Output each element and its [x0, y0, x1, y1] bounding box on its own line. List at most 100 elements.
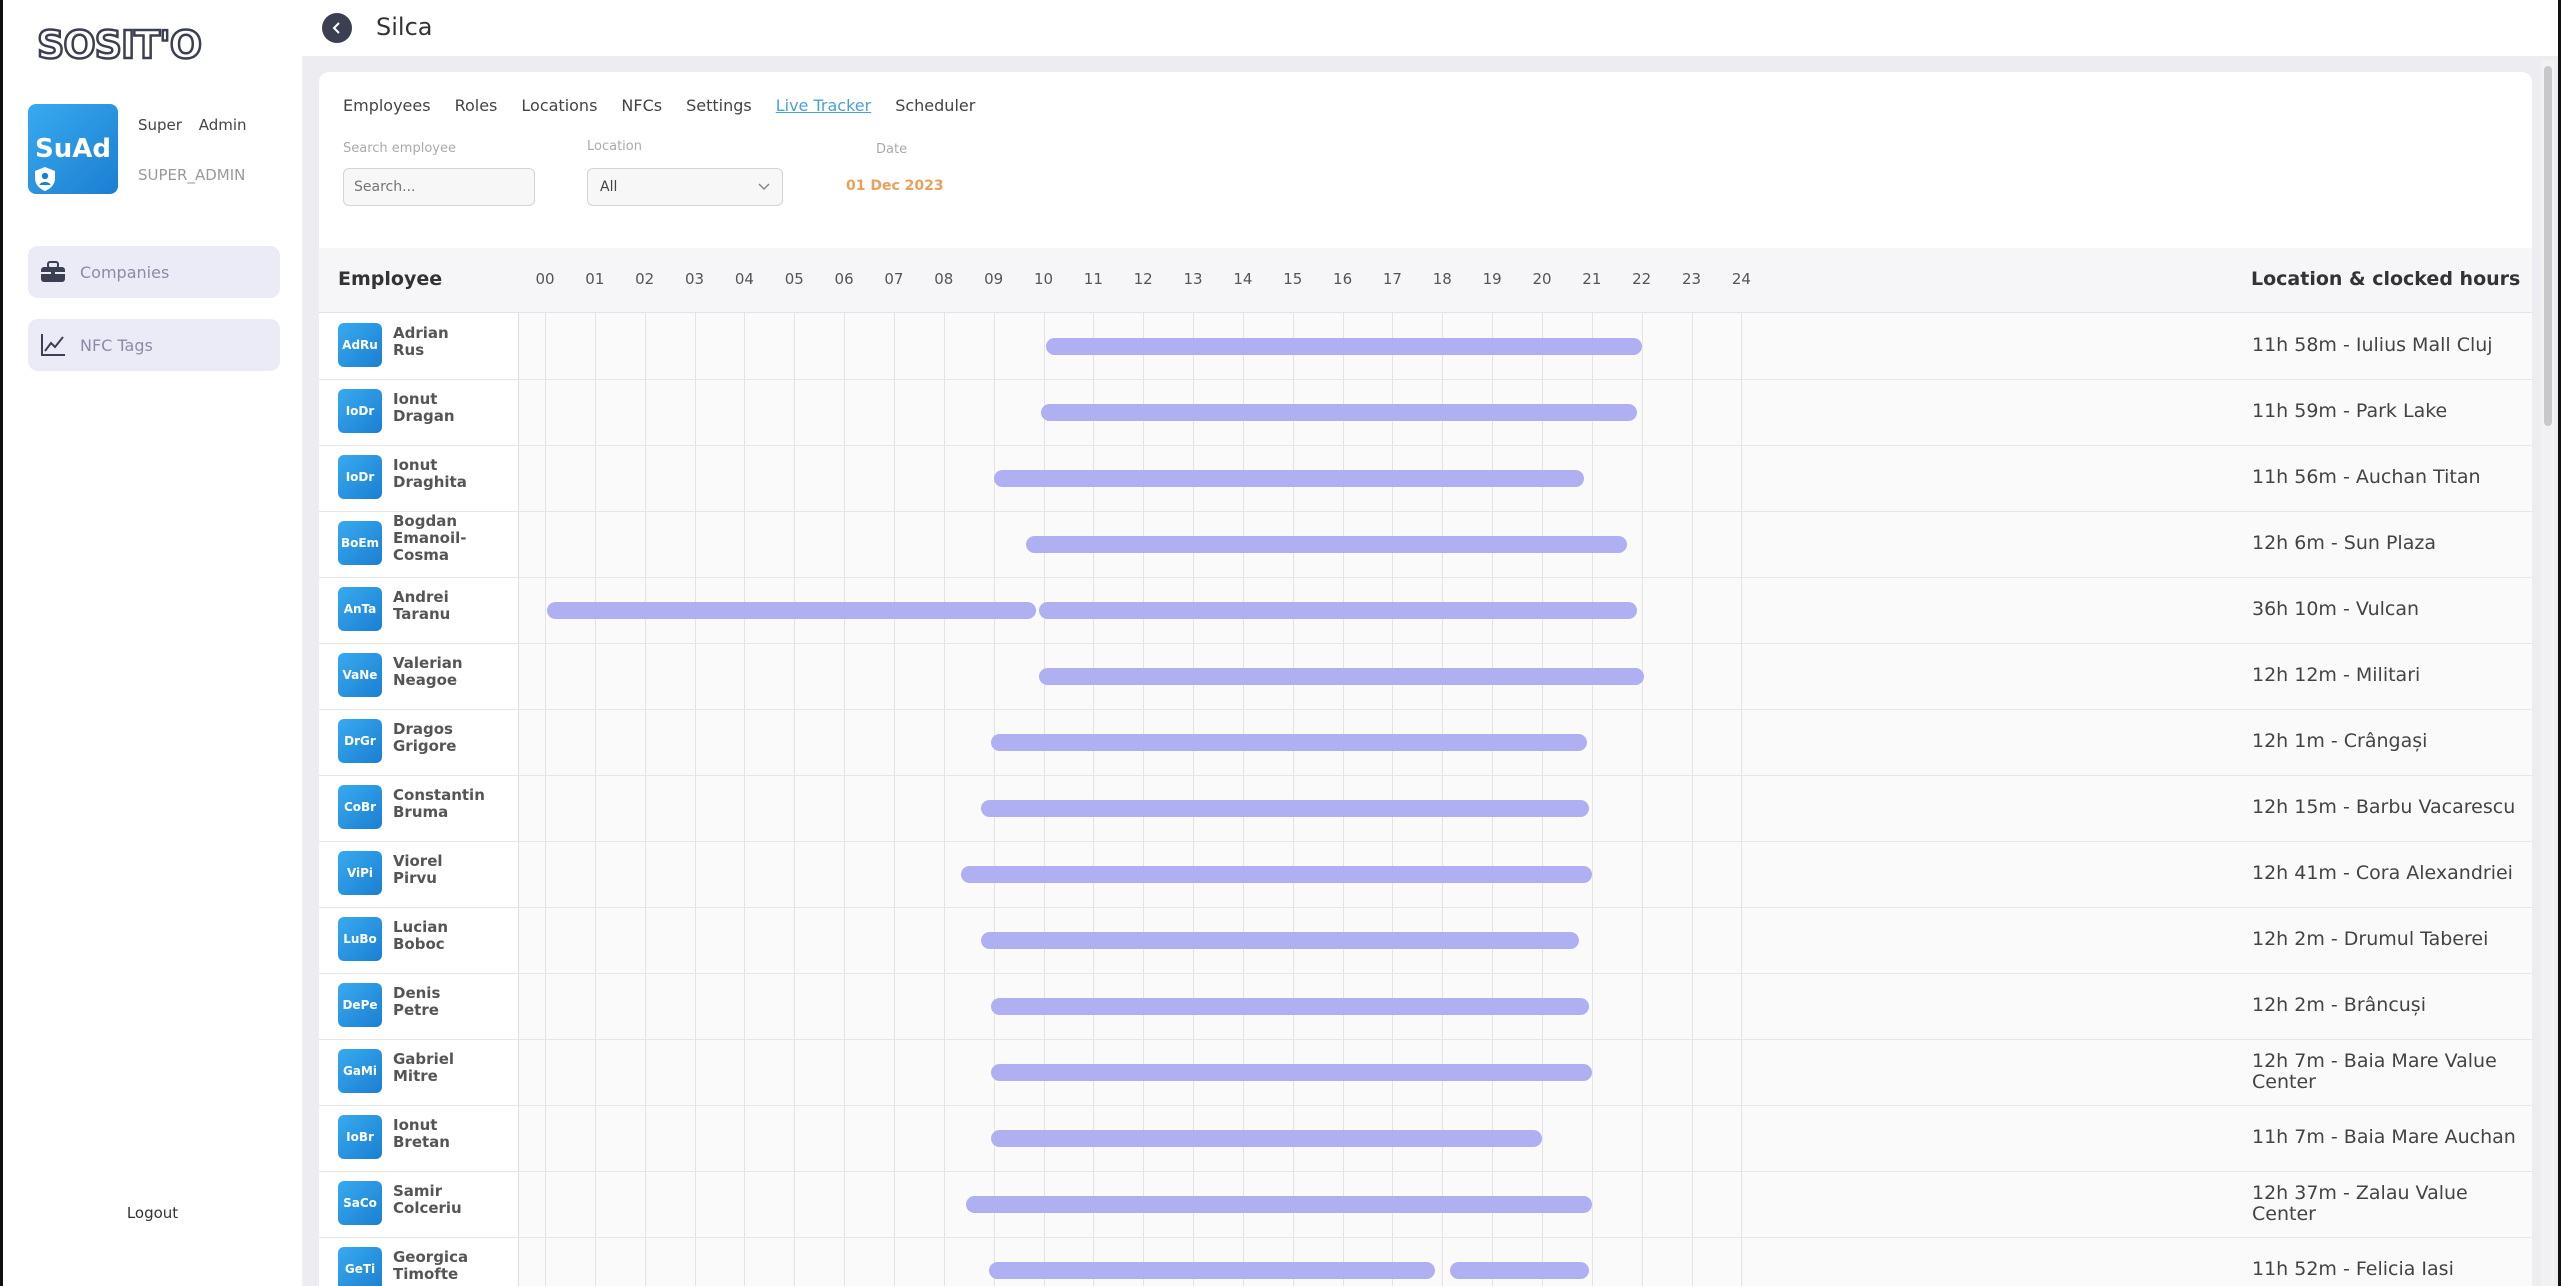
employee-name: Denis Petre — [393, 985, 513, 1019]
table-row[interactable]: ViPi Viorel Pirvu 12h 41m - Cora Alexandrie… — [319, 841, 2532, 908]
shift-bar[interactable] — [981, 932, 1580, 949]
location-clocked-hours: 11h 56m - Auchan Titan — [2252, 466, 2481, 488]
table-row[interactable]: GeTi Georgica Timofte 11h 52m - Felicia Ias… — [319, 1237, 2532, 1286]
logout-button[interactable]: Logout — [3, 1204, 302, 1222]
table-row[interactable]: IoBr Ionut Bretan 11h 7m - Baia Mare Auchan — [319, 1105, 2532, 1172]
hour-label: 07 — [884, 270, 904, 288]
tab-roles[interactable]: Roles — [455, 96, 498, 115]
employee-name: Ionut Bretan — [393, 1117, 513, 1151]
employee-last-name: Mitre — [393, 1067, 438, 1085]
employee-last-name: Taranu — [393, 605, 451, 623]
table-row[interactable]: AdRu Adrian Rus 11h 58m - Iulius Mall Cluj — [319, 313, 2532, 380]
employee-last-name: Timofte — [393, 1265, 459, 1283]
tab-employees[interactable]: Employees — [343, 96, 431, 115]
location-clocked-hours: 12h 2m - Drumul Taberei — [2252, 928, 2489, 950]
shift-bar[interactable] — [991, 734, 1587, 751]
scrollbar-thumb[interactable] — [2544, 66, 2552, 426]
chevron-left-icon — [332, 22, 340, 34]
employee-avatar: GeTi — [338, 1247, 382, 1286]
table-row[interactable]: LuBo Lucian Boboc 12h 2m - Drumul Taberei — [319, 907, 2532, 974]
employee-name: Dragos Grigore — [393, 721, 513, 755]
employee-first-name: Georgica — [393, 1248, 469, 1266]
shift-bar[interactable] — [547, 602, 1036, 619]
shift-bar[interactable] — [991, 998, 1590, 1015]
table-row[interactable]: IoDr Ionut Dragan 11h 59m - Park Lake — [319, 379, 2532, 446]
date-picker[interactable]: 01 Dec 2023 — [846, 178, 944, 194]
employee-name: Bogdan Emanoil-Cosma — [393, 513, 513, 564]
shift-bar[interactable] — [1449, 1262, 1590, 1279]
employee-first-name: Gabriel — [393, 1050, 455, 1068]
employee-avatar: CoBr — [338, 785, 382, 829]
date-label: Date — [876, 142, 908, 157]
table-row[interactable]: SaCo Samir Colceriu 12h 37m - Zalau Value C… — [319, 1171, 2532, 1238]
location-select[interactable]: All — [587, 168, 783, 206]
shift-bar[interactable] — [1038, 668, 1645, 685]
table-row[interactable]: BoEm Bogdan Emanoil-Cosma 12h 6m - Sun Plaz… — [319, 511, 2532, 578]
shift-bar[interactable] — [966, 1196, 1592, 1213]
employee-column-header: Employee — [338, 268, 443, 290]
shift-bar[interactable] — [961, 866, 1592, 883]
hour-label: 18 — [1432, 270, 1452, 288]
table-row[interactable]: CoBr Constantin Bruma 12h 15m - Barbu Vacar… — [319, 775, 2532, 842]
page-scrollbar[interactable] — [2541, 60, 2555, 1286]
hour-label: 02 — [635, 270, 655, 288]
shift-bar[interactable] — [991, 1130, 1542, 1147]
page-title: Silca — [376, 13, 433, 41]
search-employee-label: Search employee — [343, 141, 456, 156]
employee-last-name: Draghita — [393, 473, 467, 491]
search-input[interactable] — [343, 168, 535, 206]
shift-bar[interactable] — [993, 470, 1585, 487]
employee-avatar: DePe — [338, 983, 382, 1027]
tab-locations[interactable]: Locations — [521, 96, 597, 115]
sidebar-item-label: NFC Tags — [80, 335, 153, 355]
chevron-down-icon — [758, 183, 770, 191]
avatar: SuAd — [28, 104, 118, 194]
employee-name: Viorel Pirvu — [393, 853, 513, 887]
employee-avatar: LuBo — [338, 917, 382, 961]
shift-bar[interactable] — [991, 1064, 1592, 1081]
table-row[interactable]: DePe Denis Petre 12h 2m - Brâncuși — [319, 973, 2532, 1040]
employee-avatar: ViPi — [338, 851, 382, 895]
location-clocked-hours: 12h 41m - Cora Alexandriei — [2252, 862, 2513, 884]
sidebar-item-companies[interactable]: Companies — [28, 246, 280, 298]
employee-first-name: Valerian — [393, 654, 463, 672]
employee-last-name: Grigore — [393, 737, 457, 755]
hour-label: 20 — [1532, 270, 1552, 288]
tab-live-tracker[interactable]: Live Tracker — [776, 96, 871, 115]
hour-label: 22 — [1632, 270, 1652, 288]
employee-avatar: SaCo — [338, 1181, 382, 1225]
shift-bar[interactable] — [1026, 536, 1627, 553]
tab-bar: Employees Roles Locations NFCs Settings … — [343, 96, 975, 115]
toolbox-icon — [41, 261, 65, 282]
shift-bar[interactable] — [1045, 338, 1642, 355]
employee-first-name: Samir — [393, 1182, 443, 1200]
table-row[interactable]: DrGr Dragos Grigore 12h 1m - Crângași — [319, 709, 2532, 776]
employee-last-name: Boboc — [393, 935, 445, 953]
shift-bar[interactable] — [988, 1262, 1435, 1279]
tab-nfcs[interactable]: NFCs — [621, 96, 662, 115]
shield-user-icon — [35, 167, 55, 191]
location-clocked-hours: 12h 37m - Zalau Value Center — [2252, 1182, 2468, 1225]
employee-name: Gabriel Mitre — [393, 1051, 513, 1085]
shift-bar[interactable] — [1038, 602, 1637, 619]
location-label: Location — [587, 139, 642, 154]
back-button[interactable] — [322, 13, 352, 43]
employee-avatar: VaNe — [338, 653, 382, 697]
employee-avatar: AnTa — [338, 587, 382, 631]
employee-name: Lucian Boboc — [393, 919, 513, 953]
sidebar-item-nfc-tags[interactable]: NFC Tags — [28, 319, 280, 371]
employee-name: Constantin Bruma — [393, 787, 513, 821]
table-row[interactable]: AnTa Andrei Taranu 36h 10m - Vulcan — [319, 577, 2532, 644]
hour-label: 16 — [1333, 270, 1353, 288]
location-column-header: Location & clocked hours — [2251, 268, 2521, 290]
tab-scheduler[interactable]: Scheduler — [895, 96, 975, 115]
hour-label: 14 — [1233, 270, 1253, 288]
tab-settings[interactable]: Settings — [686, 96, 752, 115]
live-tracker-card: Employees Roles Locations NFCs Settings … — [319, 72, 2532, 1286]
shift-bar[interactable] — [1041, 404, 1637, 421]
table-row[interactable]: IoDr Ionut Draghita 11h 56m - Auchan Titan — [319, 445, 2532, 512]
table-row[interactable]: GaMi Gabriel Mitre 12h 7m - Baia Mare Value… — [319, 1039, 2532, 1106]
shift-bar[interactable] — [981, 800, 1590, 817]
employee-avatar: DrGr — [338, 719, 382, 763]
table-row[interactable]: VaNe Valerian Neagoe 12h 12m - Militari — [319, 643, 2532, 710]
